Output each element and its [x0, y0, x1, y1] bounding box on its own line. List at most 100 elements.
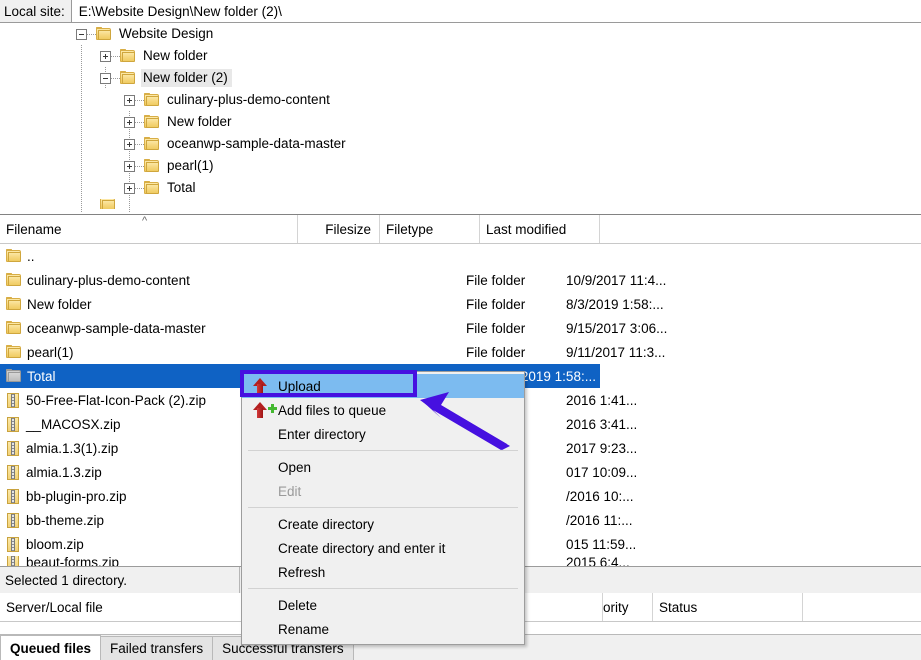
folder-icon: [120, 71, 136, 85]
tab-failed-transfers[interactable]: Failed transfers: [100, 636, 213, 660]
file-type-cell: File folder: [462, 321, 562, 336]
file-name-label: New folder: [27, 297, 92, 312]
menu-separator: [248, 507, 518, 508]
file-name-label: almia.1.3.zip: [26, 465, 102, 480]
menu-item-label: Rename: [278, 622, 329, 637]
file-modified-cell: 10/9/2017 11:4...: [562, 273, 682, 288]
menu-item-label: Edit: [278, 484, 301, 499]
tree-node-total[interactable]: Total: [0, 177, 921, 199]
file-context-menu[interactable]: Upload Add files to queue Enter director…: [241, 371, 525, 645]
menu-item-label: Open: [278, 460, 311, 475]
tree-node-partial[interactable]: [0, 199, 921, 209]
folder-icon: [6, 321, 22, 335]
file-name-label: Total: [27, 369, 56, 384]
file-name-label: 50-Free-Flat-Icon-Pack (2).zip: [26, 393, 206, 408]
folder-icon: [6, 249, 22, 263]
file-name-label: culinary-plus-demo-content: [27, 273, 190, 288]
file-type-cell: File folder: [462, 345, 562, 360]
menu-item-label: Create directory and enter it: [278, 541, 445, 556]
expand-icon[interactable]: [100, 51, 111, 62]
column-header-filetype[interactable]: Filetype: [380, 215, 480, 243]
menu-item-enter-directory[interactable]: Enter directory: [242, 422, 524, 446]
menu-item-refresh[interactable]: Refresh: [242, 560, 524, 584]
table-row[interactable]: culinary-plus-demo-content File folder 1…: [0, 268, 921, 292]
menu-item-add-files-to-queue[interactable]: Add files to queue: [242, 398, 524, 422]
file-name-label: pearl(1): [27, 345, 74, 360]
file-name-cell: pearl(1): [0, 345, 380, 360]
menu-item-label: Enter directory: [278, 427, 366, 442]
queue-column-priority[interactable]: ority: [603, 593, 653, 621]
local-site-path-input[interactable]: E:\Website Design\New folder (2)\: [72, 0, 921, 22]
add-to-queue-icon: [253, 402, 267, 418]
folder-icon: [144, 159, 160, 173]
menu-item-label: Create directory: [278, 517, 374, 532]
tab-label: Failed transfers: [110, 641, 203, 656]
tree-connector: [111, 56, 120, 57]
status-message: Selected 1 directory.: [0, 567, 240, 593]
zip-icon: [6, 441, 20, 456]
folder-icon: [6, 369, 22, 383]
menu-item-upload[interactable]: Upload: [242, 374, 524, 398]
menu-item-create-directory-and-enter-it[interactable]: Create directory and enter it: [242, 536, 524, 560]
column-header-label: Status: [659, 600, 697, 615]
menu-item-delete[interactable]: Delete: [242, 593, 524, 617]
local-directory-tree[interactable]: Website Design New folder New folder (2)…: [0, 23, 921, 213]
collapse-icon[interactable]: [76, 29, 87, 40]
column-header-filename[interactable]: Filename ^: [0, 215, 298, 243]
table-row[interactable]: ..: [0, 244, 921, 268]
tree-node-pearl-1[interactable]: pearl(1): [0, 155, 921, 177]
tree-node-website-design[interactable]: Website Design: [0, 23, 921, 45]
expand-icon[interactable]: [124, 139, 135, 150]
table-row[interactable]: New folder File folder 8/3/2019 1:58:...: [0, 292, 921, 316]
column-header-label: Last modified: [486, 222, 566, 237]
tree-node-label: New folder (2): [141, 69, 232, 87]
tree-connector: [135, 188, 144, 189]
file-name-cell: New folder: [0, 297, 380, 312]
file-list-header[interactable]: Filename ^ Filesize Filetype Last modifi…: [0, 215, 921, 244]
menu-item-open[interactable]: Open: [242, 455, 524, 479]
file-name-label: almia.1.3(1).zip: [26, 441, 118, 456]
column-header-filesize[interactable]: Filesize: [298, 215, 380, 243]
file-modified-cell: 2016 3:41...: [562, 417, 682, 432]
collapse-icon[interactable]: [100, 73, 111, 84]
column-header-label: ority: [603, 600, 629, 615]
zip-icon: [6, 513, 20, 528]
tree-node-label: oceanwp-sample-data-master: [165, 135, 350, 153]
expand-icon[interactable]: [124, 161, 135, 172]
folder-icon: [6, 297, 22, 311]
tree-node-new-folder-2[interactable]: New folder (2): [0, 67, 921, 89]
menu-item-create-directory[interactable]: Create directory: [242, 512, 524, 536]
tree-node-label: New folder: [141, 47, 212, 65]
zip-icon: [6, 465, 20, 480]
tree-node-new-folder-child[interactable]: New folder: [0, 111, 921, 133]
zip-icon: [6, 537, 20, 552]
tree-node-culinary-plus-demo-content[interactable]: culinary-plus-demo-content: [0, 89, 921, 111]
file-name-label: bloom.zip: [26, 537, 84, 552]
folder-icon: [144, 93, 160, 107]
column-header-last-modified[interactable]: Last modified: [480, 215, 600, 243]
table-row[interactable]: oceanwp-sample-data-master File folder 9…: [0, 316, 921, 340]
file-type-cell: File folder: [462, 273, 562, 288]
menu-item-label: Upload: [278, 379, 321, 394]
tab-queued-files[interactable]: Queued files: [0, 635, 101, 660]
menu-item-rename[interactable]: Rename: [242, 617, 524, 641]
zip-icon: [6, 393, 20, 408]
table-row[interactable]: pearl(1) File folder 9/11/2017 11:3...: [0, 340, 921, 364]
expand-icon[interactable]: [124, 183, 135, 194]
tree-node-new-folder[interactable]: New folder: [0, 45, 921, 67]
expand-icon[interactable]: [124, 117, 135, 128]
queue-column-status[interactable]: Status: [653, 593, 803, 621]
local-site-bar: Local site: E:\Website Design\New folder…: [0, 0, 921, 23]
file-modified-cell: 017 10:09...: [562, 465, 682, 480]
zip-icon: [6, 489, 20, 504]
queue-column-filler: [803, 593, 921, 621]
file-modified-cell: /2016 10:...: [562, 489, 682, 504]
file-modified-cell: 015 11:59...: [562, 537, 682, 552]
file-name-cell: culinary-plus-demo-content: [0, 273, 380, 288]
tree-node-oceanwp-sample-data-master[interactable]: oceanwp-sample-data-master: [0, 133, 921, 155]
expand-icon[interactable]: [124, 95, 135, 106]
column-header-filler: [600, 215, 921, 243]
tree-node-label: Total: [165, 179, 200, 197]
tree-connector: [135, 122, 144, 123]
tree-node-label: culinary-plus-demo-content: [165, 91, 334, 109]
